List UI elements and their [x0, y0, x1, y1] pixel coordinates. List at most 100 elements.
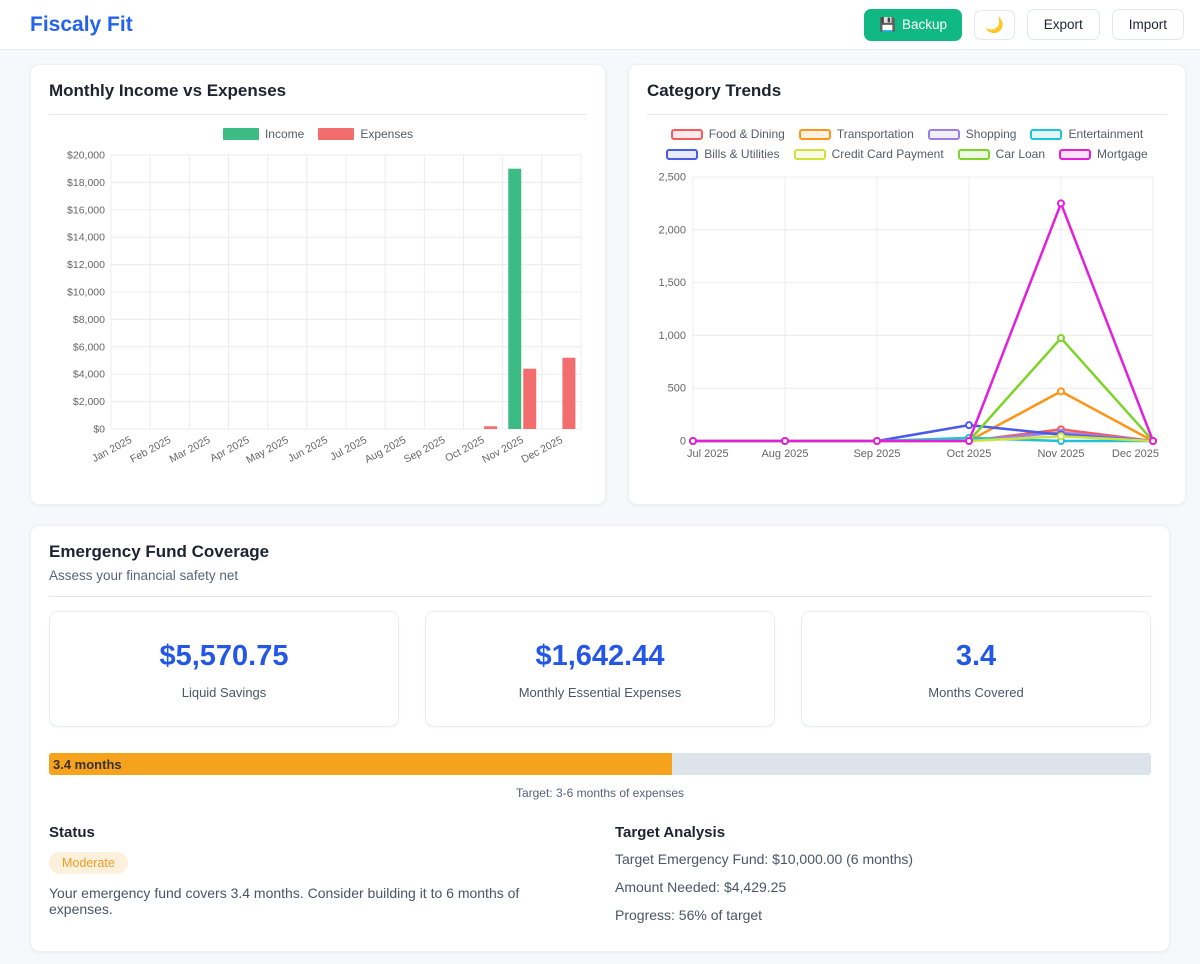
legend-item[interactable]: Food & Dining: [671, 127, 785, 141]
legend-item[interactable]: Entertainment: [1030, 127, 1143, 141]
legend-swatch-icon: [666, 149, 698, 160]
stat-liquid-savings: $5,570.75 Liquid Savings: [49, 611, 399, 727]
svg-text:$8,000: $8,000: [73, 314, 105, 326]
legend-swatch-icon: [1059, 149, 1091, 160]
line-chart-legend: Food & Dining Transportation Shopping Enter…: [647, 127, 1167, 161]
legend-label: Mortgage: [1097, 147, 1148, 161]
svg-text:Oct 2025: Oct 2025: [443, 434, 486, 465]
legend-label: Entertainment: [1068, 127, 1143, 141]
target-note: Target: 3-6 months of expenses: [49, 786, 1151, 800]
stat-label: Liquid Savings: [60, 685, 388, 700]
emergency-fund-subtitle: Assess your financial safety net: [49, 568, 1151, 583]
legend-swatch-icon: [794, 149, 826, 160]
svg-text:Apr 2025: Apr 2025: [208, 434, 251, 465]
line-chart: 05001,0001,5002,0002,500Jul 2025Aug 2025…: [647, 167, 1167, 472]
legend-label: Expenses: [360, 127, 413, 141]
line-chart-svg: 05001,0001,5002,0002,500Jul 2025Aug 2025…: [647, 167, 1167, 467]
backup-button-label: Backup: [902, 17, 947, 32]
svg-text:2,500: 2,500: [658, 172, 686, 184]
target-analysis-heading: Target Analysis: [615, 824, 1151, 841]
svg-text:$16,000: $16,000: [67, 204, 105, 216]
svg-text:Dec 2025: Dec 2025: [519, 434, 564, 466]
legend-label: Transportation: [837, 127, 914, 141]
svg-text:Nov 2025: Nov 2025: [1037, 448, 1084, 460]
divider: [49, 596, 1151, 597]
theme-toggle-button[interactable]: 🌙: [974, 10, 1015, 40]
svg-text:Oct 2025: Oct 2025: [947, 448, 992, 460]
svg-text:$18,000: $18,000: [67, 177, 105, 189]
svg-text:Jan 2025: Jan 2025: [90, 434, 134, 465]
svg-text:Sep 2025: Sep 2025: [402, 434, 447, 466]
legend-swatch-icon: [799, 129, 831, 140]
bar-chart-legend: Income Expenses: [58, 127, 578, 141]
svg-text:Jul 2025: Jul 2025: [687, 448, 729, 460]
stat-value: $1,642.44: [436, 640, 764, 673]
svg-text:$4,000: $4,000: [73, 369, 105, 381]
svg-text:Jun 2025: Jun 2025: [286, 434, 330, 465]
svg-text:Aug 2025: Aug 2025: [363, 434, 408, 466]
dashboard: Monthly Income vs Expenses Income Expense…: [0, 50, 1200, 964]
legend-item[interactable]: Income: [223, 127, 304, 141]
status-heading: Status: [49, 824, 585, 841]
target-analysis-section: Target Analysis Target Emergency Fund: $…: [615, 824, 1151, 925]
stat-value: 3.4: [812, 640, 1140, 673]
emergency-fund-title: Emergency Fund Coverage: [49, 542, 1151, 562]
svg-text:500: 500: [668, 383, 686, 395]
stat-months-covered: 3.4 Months Covered: [801, 611, 1151, 727]
export-button[interactable]: Export: [1027, 9, 1100, 40]
moon-icon: 🌙: [985, 17, 1004, 34]
backup-button[interactable]: 💾 Backup: [864, 9, 962, 41]
svg-text:$14,000: $14,000: [67, 232, 105, 244]
legend-item[interactable]: Bills & Utilities: [666, 147, 779, 161]
svg-text:$12,000: $12,000: [67, 259, 105, 271]
legend-item[interactable]: Mortgage: [1059, 147, 1148, 161]
legend-label: Food & Dining: [709, 127, 785, 141]
legend-swatch-icon: [223, 128, 259, 140]
target-analysis-line: Target Emergency Fund: $10,000.00 (6 mon…: [615, 850, 1151, 869]
coverage-progress-fill: 3.4 months: [49, 753, 672, 775]
legend-label: Shopping: [966, 127, 1017, 141]
svg-text:Nov 2025: Nov 2025: [480, 434, 525, 466]
status-badge: Moderate: [49, 852, 128, 874]
topbar-actions: 💾 Backup 🌙 Export Import: [864, 9, 1184, 41]
top-bar: Fiscaly Fit 💾 Backup 🌙 Export Import: [0, 0, 1200, 50]
target-analysis-line: Progress: 56% of target: [615, 906, 1151, 925]
legend-swatch-icon: [671, 129, 703, 140]
legend-label: Bills & Utilities: [704, 147, 779, 161]
stat-label: Monthly Essential Expenses: [436, 685, 764, 700]
emergency-fund-card: Emergency Fund Coverage Assess your fina…: [30, 525, 1170, 952]
svg-text:May 2025: May 2025: [244, 434, 290, 466]
svg-text:Jul 2025: Jul 2025: [328, 434, 369, 463]
svg-text:Feb 2025: Feb 2025: [128, 434, 173, 466]
stat-value: $5,570.75: [60, 640, 388, 673]
legend-item[interactable]: Credit Card Payment: [794, 147, 944, 161]
svg-text:$6,000: $6,000: [73, 341, 105, 353]
legend-item[interactable]: Car Loan: [958, 147, 1045, 161]
svg-text:1,500: 1,500: [658, 277, 686, 289]
legend-swatch-icon: [928, 129, 960, 140]
legend-label: Car Loan: [996, 147, 1045, 161]
legend-swatch-icon: [1030, 129, 1062, 140]
legend-item[interactable]: Expenses: [318, 127, 413, 141]
svg-text:0: 0: [680, 436, 686, 448]
legend-item[interactable]: Shopping: [928, 127, 1017, 141]
status-section: Status Moderate Your emergency fund cove…: [49, 824, 585, 925]
svg-text:$0: $0: [93, 424, 105, 436]
target-analysis-line: Amount Needed: $4,429.25: [615, 878, 1151, 897]
income-expenses-title: Monthly Income vs Expenses: [49, 81, 587, 101]
svg-text:$20,000: $20,000: [67, 150, 105, 162]
svg-text:1,000: 1,000: [658, 330, 686, 342]
svg-text:Aug 2025: Aug 2025: [761, 448, 808, 460]
bar-chart-svg: $0 $2,000 $4,000 $6,000 $8,000 $10,000 $12,000…: [49, 147, 587, 485]
category-trends-card: Category Trends Food & Dining Transportat…: [628, 64, 1186, 505]
coverage-progress-bar: 3.4 months: [49, 753, 1151, 775]
stats-grid: $5,570.75 Liquid Savings $1,642.44 Month…: [49, 611, 1151, 727]
legend-item[interactable]: Transportation: [799, 127, 914, 141]
category-trends-title: Category Trends: [647, 81, 1167, 101]
import-button[interactable]: Import: [1112, 9, 1184, 40]
svg-text:$2,000: $2,000: [73, 396, 105, 408]
svg-text:$10,000: $10,000: [67, 287, 105, 299]
divider: [49, 114, 587, 115]
income-expenses-card: Monthly Income vs Expenses Income Expense…: [30, 64, 606, 505]
bar-chart: $0 $2,000 $4,000 $6,000 $8,000 $10,000 $12,000…: [49, 147, 587, 490]
